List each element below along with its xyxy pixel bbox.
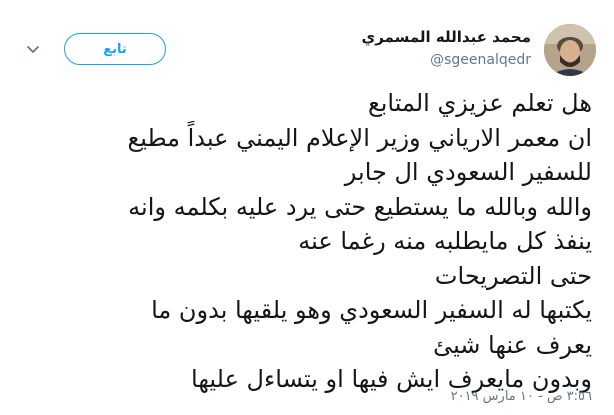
- tweet-line: ان معمر الارياني وزير الإعلام اليمني عبد…: [127, 123, 592, 152]
- tweet-timestamp[interactable]: ٣:٥٦ ص - ١٠ مارس ٢٠١٩: [451, 389, 592, 404]
- author-handle[interactable]: @sgeenalqedr: [430, 52, 531, 68]
- author-display-name[interactable]: محمد عبدالله المسمري: [361, 28, 531, 46]
- follow-button[interactable]: تابع: [64, 33, 166, 65]
- tweet-line: يكتبها له السفير السعودي وهو يلقيها بدون…: [151, 296, 592, 324]
- tweet-line: حتى التصريحات: [434, 261, 592, 290]
- tweet-line: هل تعلم عزيزي المتابع: [367, 89, 592, 117]
- tweet-line: والله وبالله ما يستطيع حتى يرد عليه بكلم…: [128, 192, 592, 221]
- tweet-line: ينفذ كل مايطلبه منه رغما عنه: [298, 227, 592, 255]
- tweet-text: هل تعلم عزيزي المتابع ان معمر الارياني و…: [32, 86, 592, 397]
- tweet-line: للسفير السعودي ال جابر: [344, 158, 592, 186]
- avatar-image: [544, 24, 596, 76]
- avatar[interactable]: [544, 24, 596, 76]
- tweet-card: محمد عبدالله المسمري @sgeenalqedr تابع ه…: [0, 0, 614, 415]
- chevron-down-icon[interactable]: [24, 41, 42, 59]
- tweet-line: يعرف عنها شيئ: [433, 330, 592, 359]
